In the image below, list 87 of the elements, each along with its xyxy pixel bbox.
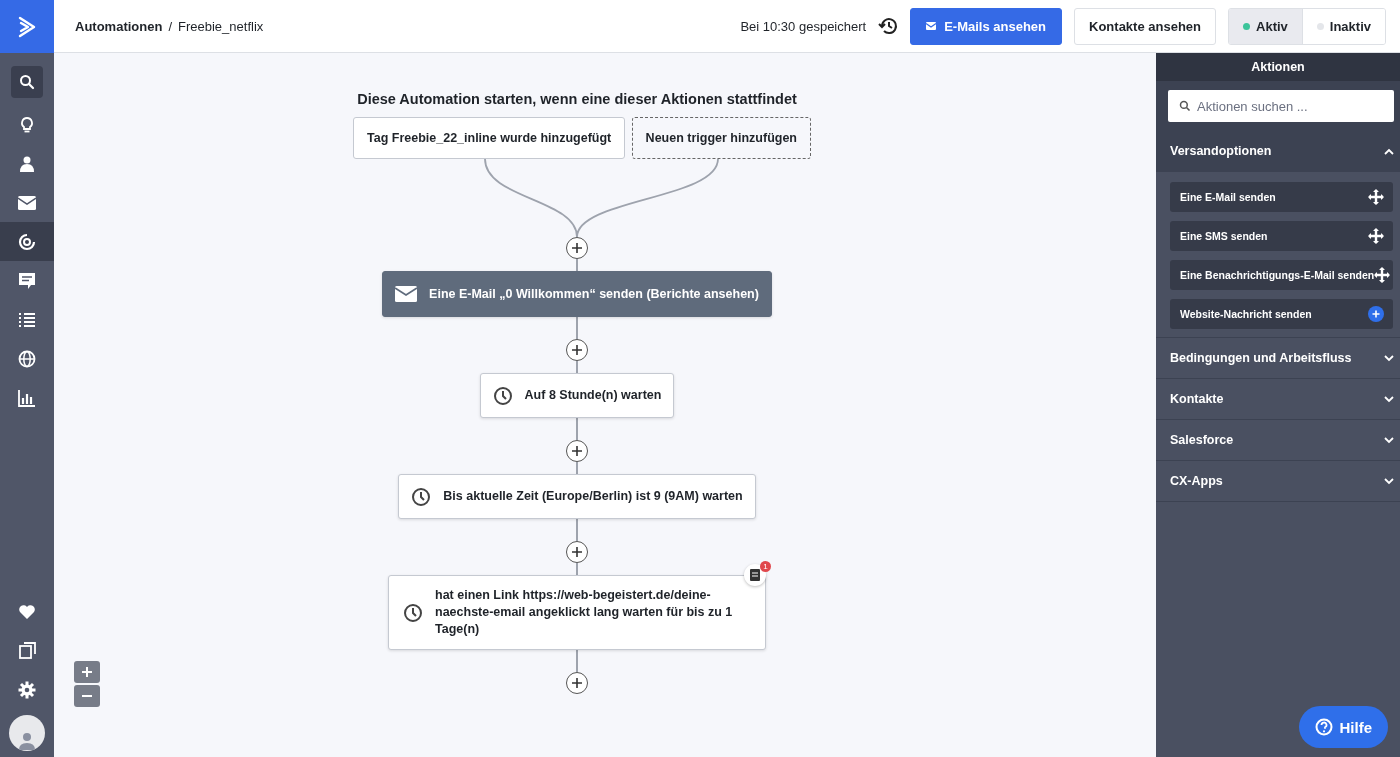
logo-icon[interactable] bbox=[0, 0, 54, 53]
view-emails-button[interactable]: E-Mails ansehen bbox=[910, 7, 1063, 45]
add-step-button[interactable] bbox=[566, 237, 588, 259]
chevron-down-icon bbox=[1384, 395, 1394, 403]
question-icon bbox=[1315, 718, 1334, 736]
connector-line bbox=[576, 519, 578, 541]
clock-icon bbox=[411, 486, 432, 507]
panel-title: Aktionen bbox=[1156, 53, 1400, 81]
chevron-down-icon bbox=[1384, 354, 1394, 362]
connector-line bbox=[576, 317, 578, 339]
breadcrumb-current: Freebie_netflix bbox=[178, 18, 264, 34]
connector-line bbox=[576, 462, 578, 474]
bar-chart-icon bbox=[18, 388, 36, 407]
zoom-out-button[interactable] bbox=[74, 685, 100, 707]
person-icon bbox=[18, 154, 36, 173]
plus-icon bbox=[571, 546, 583, 558]
step-label: Auf 8 Stunde(n) warten bbox=[524, 387, 662, 404]
plus-icon bbox=[571, 445, 583, 457]
add-step-button[interactable] bbox=[566, 339, 588, 361]
search-icon bbox=[19, 74, 35, 90]
move-icon bbox=[1374, 267, 1391, 283]
envelope-icon bbox=[926, 22, 937, 30]
flow-title: Diese Automation starten, wenn eine dieser Aktionen stattfindet bbox=[357, 91, 797, 107]
heart-icon[interactable] bbox=[18, 603, 36, 620]
settings-icon[interactable] bbox=[18, 680, 36, 699]
lightbulb-icon bbox=[19, 115, 35, 134]
search-button[interactable] bbox=[11, 66, 43, 98]
add-step-button[interactable] bbox=[566, 672, 588, 694]
breadcrumb-separator: / bbox=[168, 18, 172, 34]
copy-icon[interactable] bbox=[18, 642, 36, 659]
connector-line bbox=[576, 650, 578, 672]
saved-status: Bei 10:30 gespeichert bbox=[740, 18, 867, 34]
status-option[interactable]: Inaktiv bbox=[1301, 8, 1385, 44]
count-badge: 1 bbox=[760, 561, 771, 572]
section-header[interactable]: CX-Apps bbox=[1156, 461, 1400, 502]
add-icon bbox=[1368, 306, 1384, 322]
action-item[interactable]: Website-Nachricht senden bbox=[1170, 299, 1393, 329]
view-contacts-button[interactable]: Kontakte ansehen bbox=[1074, 7, 1216, 45]
plus-icon bbox=[571, 677, 583, 689]
step-label: Bis aktuelle Zeit (Europe/Berlin) ist 9 (9AM) warten bbox=[443, 488, 743, 505]
plus-icon bbox=[571, 242, 583, 254]
action-item[interactable]: Eine SMS senden bbox=[1170, 221, 1393, 251]
email-step-node[interactable]: Eine E-Mail „0 Willkommen“ senden (Berichte ansehen) bbox=[382, 271, 772, 317]
section-header[interactable]: Versandoptionen bbox=[1156, 131, 1400, 172]
plus-icon bbox=[82, 667, 92, 677]
chat-icon bbox=[18, 271, 36, 290]
goal-step-node[interactable]: hat einen Link https://web-begeistert.de/deine-naechste-email angeklickt lang warten für bis zu 1 Tage(n) bbox=[388, 575, 766, 650]
zoom-in-button[interactable] bbox=[74, 661, 100, 683]
target-icon bbox=[18, 232, 36, 251]
wait-step-node[interactable]: Bis aktuelle Zeit (Europe/Berlin) ist 9 (9AM) warten bbox=[398, 474, 756, 519]
chevron-down-icon bbox=[1384, 477, 1394, 485]
move-icon bbox=[1368, 189, 1384, 205]
envelope-icon bbox=[18, 195, 36, 210]
connector-line bbox=[576, 259, 578, 271]
mail-icon bbox=[395, 286, 418, 302]
connector-line bbox=[576, 418, 578, 440]
trigger-node[interactable]: Tag Freebie_22_inline wurde hinzugefügt bbox=[353, 117, 626, 159]
action-item[interactable]: Eine Benachrichtigungs-E-Mail senden bbox=[1170, 260, 1393, 290]
section-header[interactable]: Salesforce bbox=[1156, 420, 1400, 461]
connector-line bbox=[576, 563, 578, 575]
wait-step-node[interactable]: Auf 8 Stunde(n) warten bbox=[479, 373, 675, 418]
chevron-up-icon bbox=[1384, 147, 1394, 155]
globe-icon bbox=[18, 349, 36, 368]
status-option[interactable]: Aktiv bbox=[1229, 8, 1302, 44]
action-item[interactable]: Eine E-Mail senden bbox=[1170, 182, 1393, 212]
chevron-down-icon bbox=[1384, 436, 1394, 444]
connector-line bbox=[576, 361, 578, 373]
breadcrumb-link[interactable]: Automationen bbox=[75, 18, 163, 34]
move-icon bbox=[1368, 228, 1384, 244]
list-icon bbox=[18, 311, 36, 328]
plus-icon bbox=[571, 344, 583, 356]
nav-item[interactable] bbox=[0, 222, 54, 261]
clock-icon bbox=[492, 385, 513, 406]
add-step-button[interactable] bbox=[566, 440, 588, 462]
add-trigger-button[interactable]: Neuen trigger hinzufügen bbox=[631, 117, 811, 159]
notes-icon bbox=[750, 569, 760, 581]
search-field[interactable]: Aktionen suchen ... bbox=[1168, 90, 1394, 122]
person-silhouette-icon bbox=[17, 731, 37, 751]
section-header[interactable]: Bedingungen und Arbeitsfluss bbox=[1156, 338, 1400, 379]
clock-icon bbox=[403, 602, 423, 623]
avatar-icon[interactable] bbox=[9, 715, 45, 751]
section-header[interactable]: Kontakte bbox=[1156, 379, 1400, 420]
history-icon[interactable] bbox=[878, 17, 899, 35]
help-button[interactable]: Hilfe bbox=[1299, 706, 1388, 748]
step-label: hat einen Link https://web-begeistert.de/deine-naechste-email angeklickt lang warten für bis zu 1 Tage(n) bbox=[435, 587, 734, 638]
step-label: Eine E-Mail „0 Willkommen“ senden (Berichte ansehen) bbox=[429, 285, 759, 303]
add-step-button[interactable] bbox=[566, 541, 588, 563]
